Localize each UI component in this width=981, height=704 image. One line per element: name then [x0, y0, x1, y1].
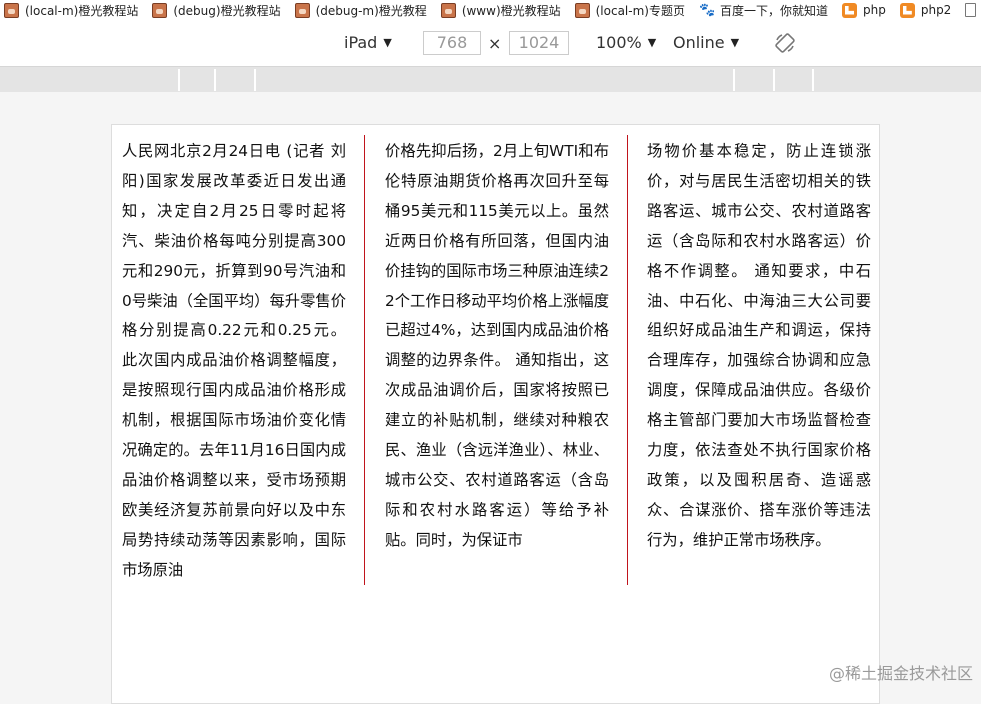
ruler-divider — [812, 69, 814, 91]
bookmark-label: (local-m)专题页 — [595, 3, 685, 18]
watermark: @稀土掘金技术社区 — [828, 664, 973, 683]
media-query-bar[interactable] — [0, 66, 981, 92]
bookmark-label: (local-m)橙光教程站 — [25, 3, 139, 18]
bookmark-document[interactable] — [965, 0, 981, 20]
bookmark-debug[interactable]: (debug)橙光教程站 — [152, 0, 290, 20]
bookmark-php2[interactable]: php2 — [899, 0, 961, 20]
article-page: 人民网北京2月24日电 (记者 刘阳)国家发展改革委近日发出通知，决定自2月25… — [111, 124, 880, 704]
ruler-divider — [178, 69, 180, 91]
caret-down-icon: ▼ — [730, 36, 740, 49]
document-icon — [965, 3, 977, 17]
article-column-2: 价格先抑后扬，2月上旬WTI和布伦特原油期货价格再次回升至每桶95美元和115美… — [385, 142, 609, 549]
dimension-separator: × — [488, 34, 502, 53]
anime-avatar-icon — [574, 2, 590, 18]
caret-down-icon: ▼ — [647, 36, 657, 49]
ruler-divider — [254, 69, 256, 91]
article-column-1: 人民网北京2月24日电 (记者 刘阳)国家发展改革委近日发出通知，决定自2月25… — [122, 142, 346, 579]
bookmark-www[interactable]: (www)橙光教程站 — [440, 0, 571, 20]
article-column-3: 场物价基本稳定，防止连锁涨价，对与居民生活密切相关的铁路客运、城市公交、农村道路… — [647, 142, 871, 549]
rotate-icon[interactable] — [774, 32, 796, 54]
bookmark-label: (www)橙光教程站 — [461, 3, 561, 18]
zoom-select-label: 100% — [596, 33, 642, 52]
device-toolbar: iPad ▼ 768 × 1024 100% ▼ Online ▼ — [0, 20, 981, 66]
bookmark-topic-page[interactable]: (local-m)专题页 — [574, 0, 695, 20]
anime-avatar-icon — [294, 2, 310, 18]
emulated-viewport: 人民网北京2月24日电 (记者 刘阳)国家发展改革委近日发出通知，决定自2月25… — [0, 92, 981, 704]
viewport-height-input[interactable]: 1024 — [509, 31, 569, 55]
column-divider — [627, 135, 628, 585]
bookmark-label: 百度一下，你就知道 — [719, 3, 828, 18]
bookmark-label: (debug-m)橙光教程 — [315, 3, 427, 18]
ruler-divider — [773, 69, 775, 91]
device-select-label: iPad — [344, 33, 378, 52]
bookmark-label: php2 — [920, 3, 952, 17]
ruler-divider — [733, 69, 735, 91]
network-select-label: Online — [673, 33, 725, 52]
viewport-width-input[interactable]: 768 — [423, 31, 481, 55]
caret-down-icon: ▼ — [383, 36, 392, 49]
column-divider — [364, 135, 365, 585]
anime-avatar-icon — [440, 2, 456, 18]
bookmark-php[interactable]: php — [842, 0, 896, 20]
php-icon — [842, 2, 857, 18]
ruler-divider — [214, 69, 216, 91]
bookmarks-bar: (local-m)橙光教程站 (debug)橙光教程站 (debug-m)橙光教… — [0, 0, 981, 20]
device-select[interactable]: iPad ▼ — [344, 33, 392, 52]
network-throttle-select[interactable]: Online ▼ — [673, 33, 739, 52]
bookmark-baidu[interactable]: 🐾 百度一下，你就知道 — [699, 0, 838, 20]
anime-avatar-icon — [4, 2, 19, 18]
anime-avatar-icon — [152, 2, 168, 18]
bookmark-label: (debug)橙光教程站 — [173, 3, 281, 18]
bookmark-label: php — [863, 3, 886, 17]
zoom-select[interactable]: 100% ▼ — [596, 33, 656, 52]
bookmark-debug-m[interactable]: (debug-m)橙光教程 — [294, 0, 437, 20]
baidu-paw-icon: 🐾 — [698, 2, 716, 18]
php-icon — [899, 2, 915, 18]
bookmark-local-m[interactable]: (local-m)橙光教程站 — [4, 0, 148, 20]
